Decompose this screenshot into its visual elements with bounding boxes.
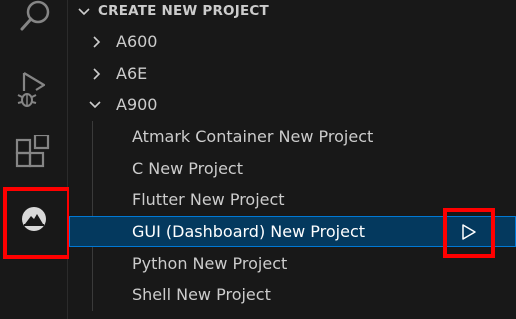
tree-item-label: GUI (Dashboard) New Project (132, 222, 366, 241)
extensions-icon (15, 135, 50, 168)
tree-item-label: Python New Project (132, 254, 288, 273)
tree-item-shell-new-project[interactable]: Shell New Project (69, 279, 516, 310)
chevron-right-icon (93, 68, 101, 80)
search-button[interactable] (0, 0, 68, 48)
tree-item-label: C New Project (132, 159, 243, 178)
extensions-button[interactable] (0, 123, 68, 185)
section-header-create-new-project[interactable]: CREATE NEW PROJECT (69, 0, 516, 24)
tree-item-label: A6E (116, 64, 148, 83)
tree-item-label: A600 (116, 32, 158, 51)
tree-item-a6e[interactable]: A6E (69, 58, 516, 89)
tree-item-label: Shell New Project (132, 285, 271, 304)
chevron-down-icon (78, 8, 90, 16)
tree-item-c-new-project[interactable]: C New Project (69, 153, 516, 184)
chevron-right-icon (93, 36, 101, 48)
tree-item-label: Atmark Container New Project (132, 127, 374, 146)
explorer-panel: CREATE NEW PROJECT A600 A6E A900 Atmark … (69, 0, 516, 319)
tree-item-label: Flutter New Project (132, 190, 285, 209)
tree-item-a900[interactable]: A900 (69, 89, 516, 120)
tree-item-atmark-container-new-project[interactable]: Atmark Container New Project (69, 121, 516, 152)
chevron-down-icon (89, 101, 101, 109)
run-button-highlight (443, 208, 495, 258)
run-and-debug-button[interactable] (0, 57, 68, 119)
section-title: CREATE NEW PROJECT (98, 3, 269, 19)
atmark-extension-highlight (3, 187, 71, 259)
activity-bar (0, 0, 71, 319)
tree-item-label: A900 (116, 95, 158, 114)
run-debug-icon (17, 72, 46, 107)
tree-item-a600[interactable]: A600 (69, 26, 516, 57)
search-icon (20, 0, 50, 31)
